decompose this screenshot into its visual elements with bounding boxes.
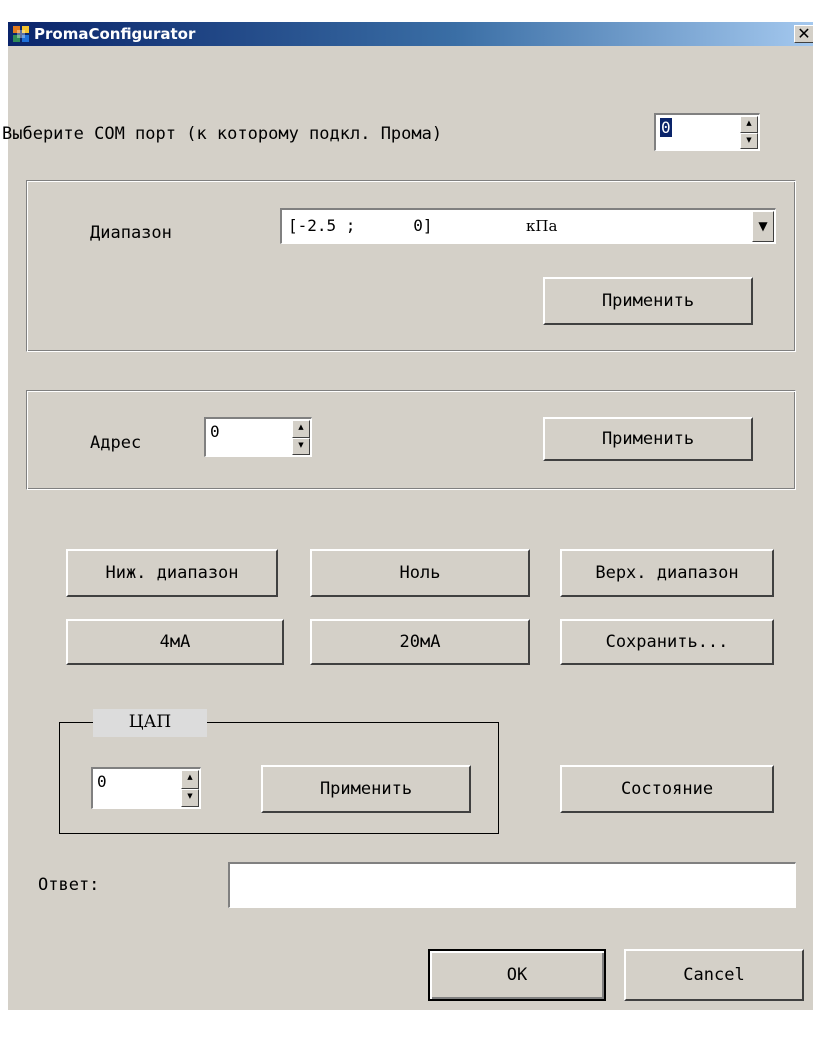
address-apply-button[interactable]: Применить [543,417,753,461]
address-spin-buttons[interactable]: ▲ ▼ [292,420,310,455]
spin-up-icon[interactable]: ▲ [181,770,199,789]
app-icon [13,26,29,42]
com-port-label: Выберите COM порт (к которому подкл. Про… [2,124,443,144]
close-button[interactable]: ✕ [794,25,813,43]
range-selected-value: [-2.5 ; 0] [288,216,433,235]
dac-apply-button[interactable]: Применить [261,765,471,813]
spin-down-icon[interactable]: ▼ [740,132,758,149]
range-group [26,180,796,352]
cancel-button[interactable]: Cancel [624,949,804,1001]
com-port-value: 0 [660,118,672,137]
save-button[interactable]: Сохранить... [560,619,774,665]
window-title: PromaConfigurator [34,25,196,43]
range-apply-button[interactable]: Применить [543,277,753,325]
4ma-button[interactable]: 4мА [66,619,284,665]
status-button[interactable]: Состояние [560,765,774,813]
com-port-spin-buttons[interactable]: ▲ ▼ [740,116,758,149]
zero-button[interactable]: Ноль [310,549,530,597]
dac-legend: ЦАП [93,709,207,737]
high-range-button[interactable]: Верх. диапазон [560,549,774,597]
title-bar[interactable]: PromaConfigurator ✕ [8,22,813,46]
com-port-spinner[interactable]: 0 ▲ ▼ [654,113,760,151]
dac-spinner[interactable]: 0 ▲ ▼ [91,767,201,809]
close-icon: ✕ [797,24,811,43]
ok-button[interactable]: OK [428,949,606,1001]
dialog-window: PromaConfigurator ✕ Выберите COM порт (к… [2,22,813,1010]
address-label: Адрес [90,433,142,453]
dac-value: 0 [97,772,107,791]
20ma-button[interactable]: 20мА [310,619,530,665]
dac-spin-buttons[interactable]: ▲ ▼ [181,770,199,807]
spin-down-icon[interactable]: ▼ [292,437,310,455]
range-select[interactable]: [-2.5 ; 0] кПа ▼ [280,208,776,244]
spin-up-icon[interactable]: ▲ [292,420,310,438]
range-unit: кПа [526,217,558,235]
response-label: Ответ: [38,875,100,895]
address-value: 0 [210,422,220,441]
spin-up-icon[interactable]: ▲ [740,116,758,133]
response-field[interactable] [228,862,796,908]
range-label: Диапазон [90,223,172,243]
address-spinner[interactable]: 0 ▲ ▼ [204,417,312,457]
spin-down-icon[interactable]: ▼ [181,788,199,807]
low-range-button[interactable]: Ниж. диапазон [66,549,278,597]
chevron-down-icon[interactable]: ▼ [752,211,774,242]
